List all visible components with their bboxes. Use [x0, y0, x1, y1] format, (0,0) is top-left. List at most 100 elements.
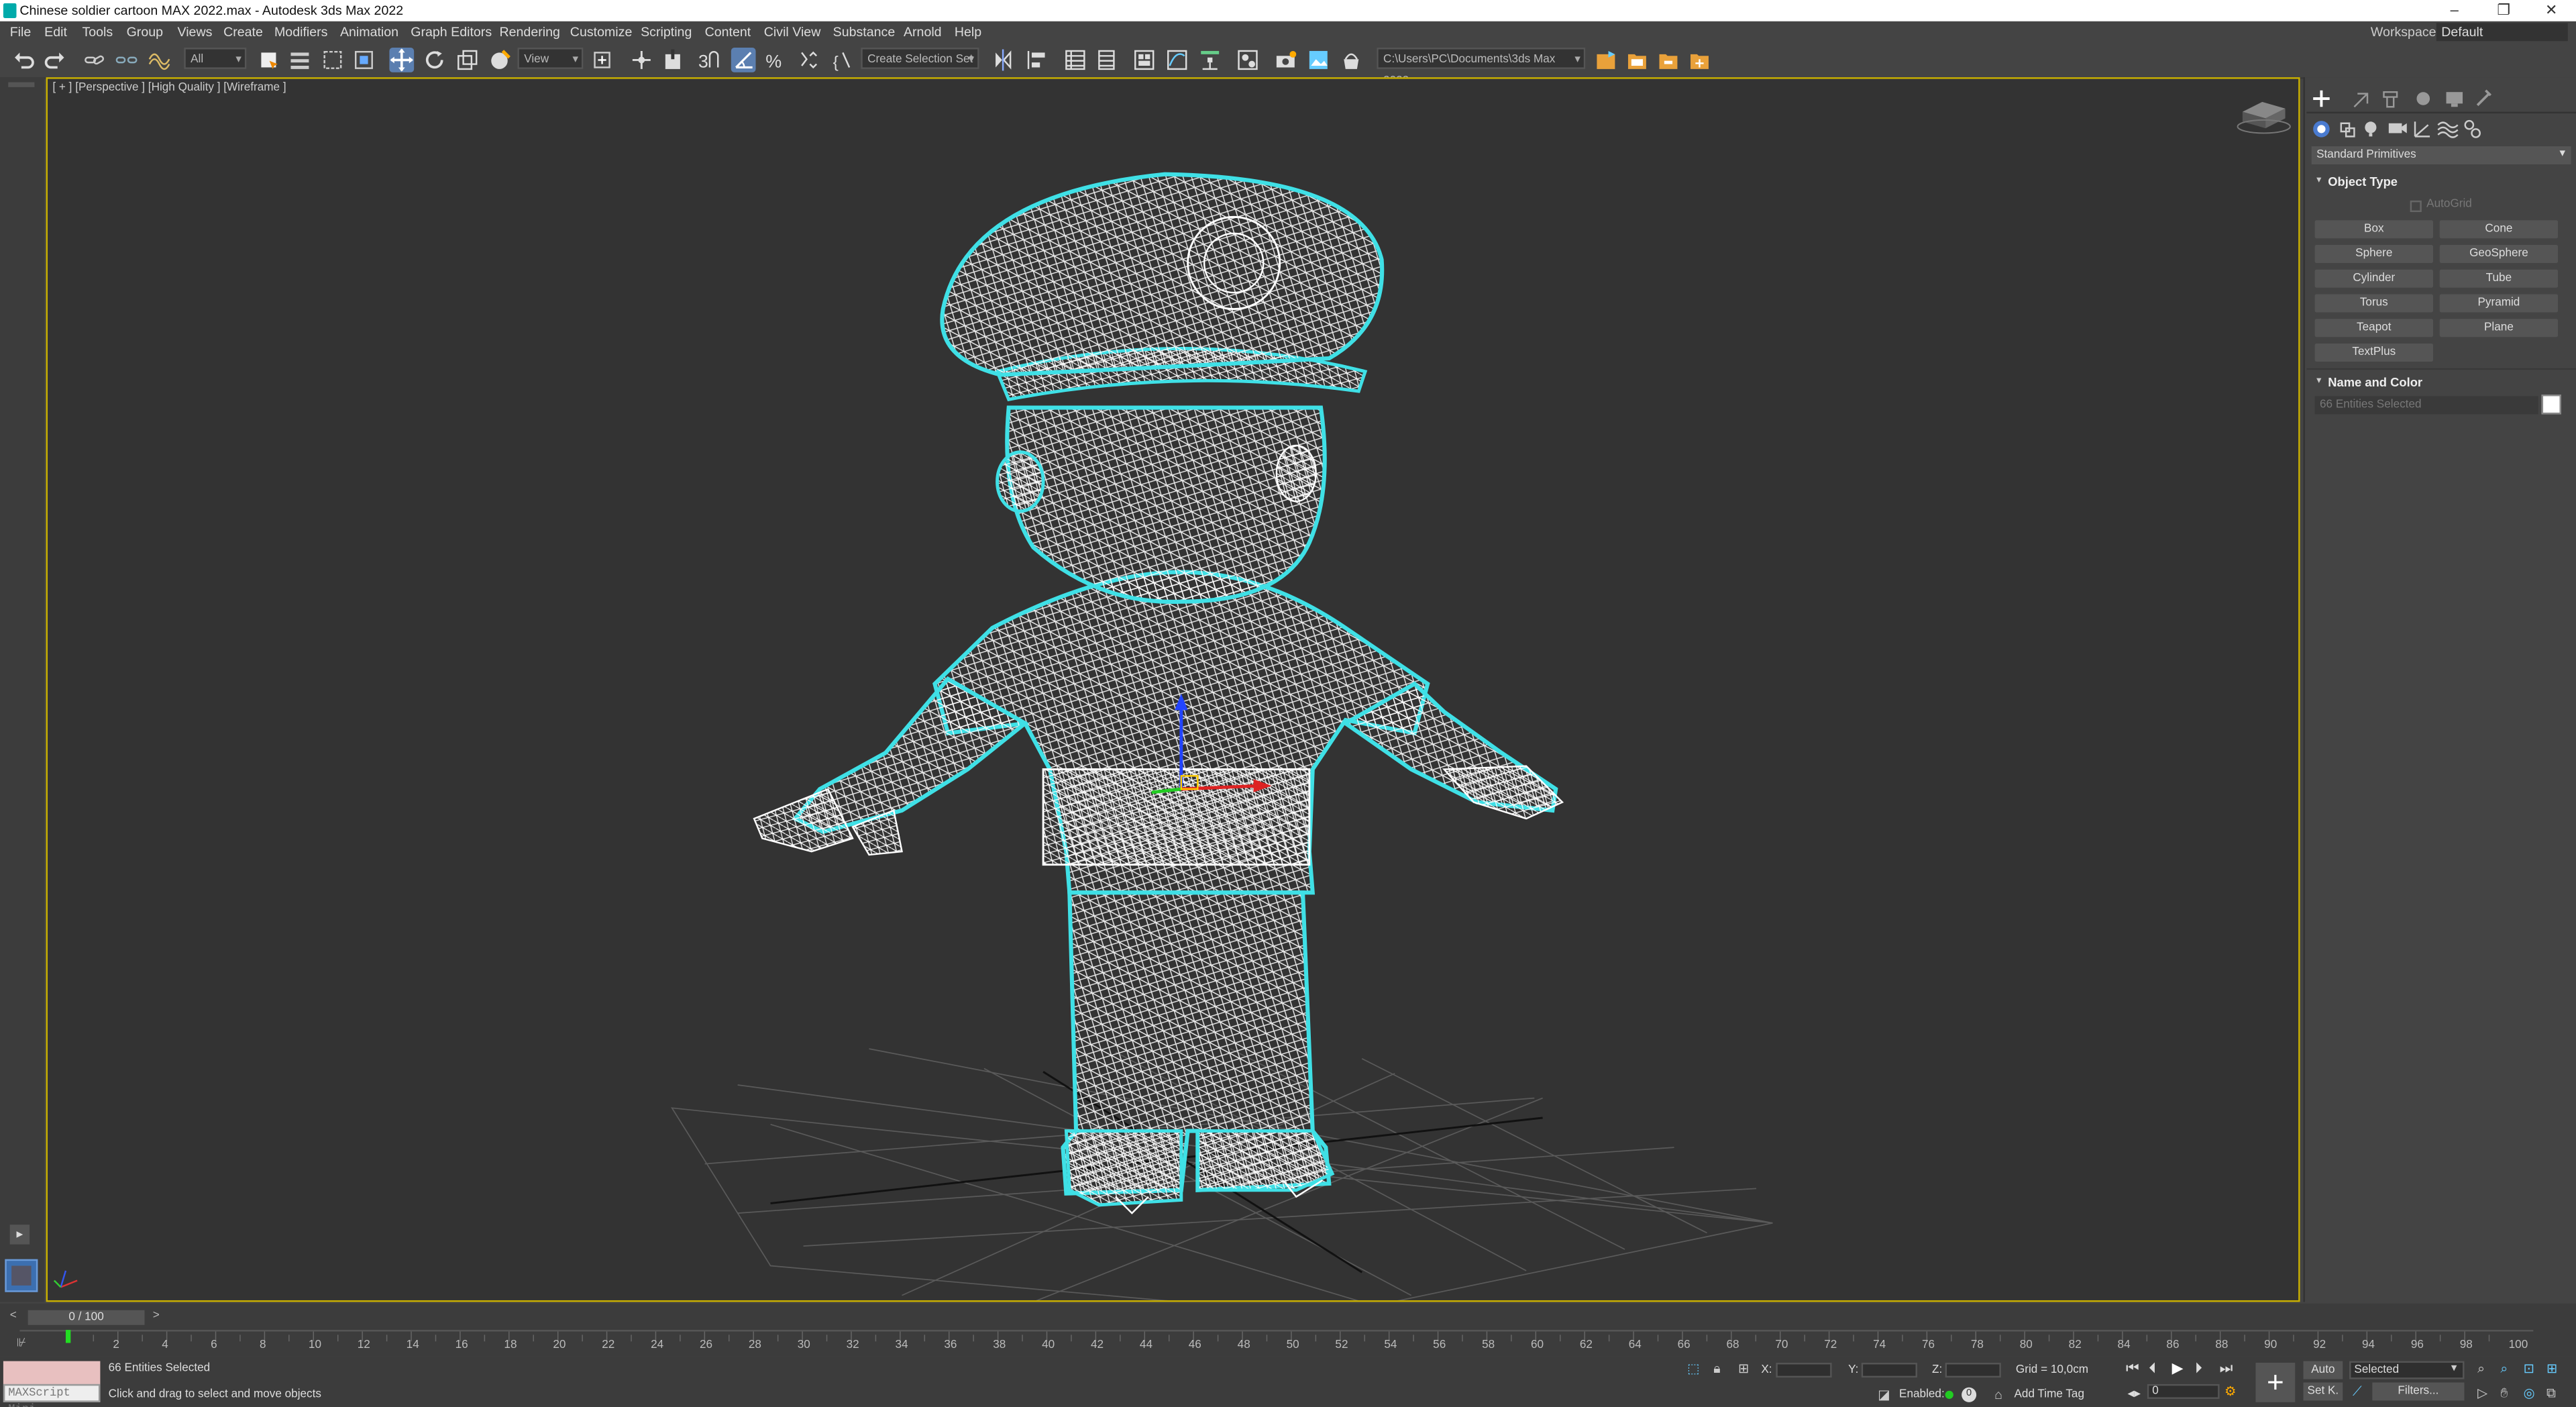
layer-explorer-icon[interactable] [1094, 48, 1119, 72]
angle-snap-icon[interactable] [731, 48, 756, 72]
toggle-ribbon-icon[interactable] [1132, 48, 1157, 72]
auto-key-button[interactable]: Auto [2303, 1361, 2343, 1379]
cone-button[interactable]: Cone [2439, 220, 2559, 239]
time-slider[interactable]: 0 / 100 [28, 1310, 145, 1325]
keyboard-shortcut-override-icon[interactable] [660, 48, 685, 72]
tube-button[interactable]: Tube [2439, 269, 2559, 288]
close-icon[interactable]: ✕ [2528, 0, 2575, 21]
scene-explorer-icon[interactable] [1063, 48, 1088, 72]
name-and-color-title[interactable]: Name and Color [2328, 375, 2422, 390]
zoom-all-icon[interactable]: ⌕ [2500, 1361, 2508, 1378]
key-tangent-icon[interactable]: ⟋ [2353, 1384, 2362, 1401]
add-time-tag-button[interactable]: Add Time Tag [2014, 1389, 2084, 1400]
zoom-extents-icon[interactable]: ⊡ [2524, 1361, 2534, 1376]
menu-modifiers[interactable]: Modifiers [274, 21, 327, 43]
menu-views[interactable]: Views [177, 21, 212, 43]
mirror-icon[interactable] [991, 48, 1016, 72]
field-of-view-icon[interactable]: ▷ [2477, 1386, 2487, 1400]
menu-scripting[interactable]: Scripting [641, 21, 692, 43]
autogrid-checkbox[interactable] [2410, 200, 2422, 213]
sphere-button[interactable]: Sphere [2314, 245, 2433, 263]
tab-bar-handle[interactable] [8, 82, 35, 87]
align-icon[interactable] [1025, 48, 1050, 72]
expand-arrow-icon[interactable]: ▸ [9, 1224, 30, 1245]
current-frame-field[interactable]: 0 [2147, 1384, 2220, 1399]
maxscript-mini-input[interactable]: MAXScript Mini [3, 1384, 101, 1407]
pan-view-icon[interactable]: ✋︎ [2500, 1386, 2508, 1402]
menu-customize[interactable]: Customize [570, 21, 633, 43]
project-folder-icon[interactable] [1625, 48, 1650, 72]
redo-icon[interactable] [43, 48, 68, 72]
next-key-icon[interactable]: ⏵ [2195, 1359, 2202, 1377]
select-and-place-icon[interactable] [488, 48, 513, 72]
prev-frame-icon[interactable]: < [10, 1310, 17, 1322]
menu-animation[interactable]: Animation [340, 21, 398, 43]
selection-set-dropdown[interactable]: Create Selection Set [861, 48, 979, 70]
time-config-icon[interactable]: ◂▸ [2127, 1386, 2141, 1400]
isolate-selection-icon[interactable]: ⬚ [1687, 1361, 1700, 1376]
project-settings-icon[interactable] [1687, 48, 1712, 72]
textplus-button[interactable]: TextPlus [2314, 344, 2433, 362]
go-to-start-icon[interactable]: ⏮ [2126, 1359, 2139, 1377]
project-folder-dropdown[interactable]: C:\Users\PC\Documents\3ds Max 2022 [1377, 48, 1586, 87]
z-coordinate-field[interactable] [1945, 1363, 2001, 1378]
select-manipulate-icon[interactable] [629, 48, 654, 72]
render-production-icon[interactable] [1339, 48, 1364, 72]
menu-rendering[interactable]: Rendering [499, 21, 559, 43]
material-editor-icon[interactable] [1236, 48, 1260, 72]
collapse-icon[interactable]: ▾ [2316, 174, 2321, 186]
edit-named-selection-icon[interactable]: { [831, 48, 856, 72]
key-mode-icon[interactable]: ⊮ [16, 1337, 26, 1349]
minimize-icon[interactable]: – [2432, 0, 2478, 21]
select-and-rotate-icon[interactable] [422, 48, 447, 72]
unlink-icon[interactable] [113, 48, 138, 72]
perspective-viewport[interactable]: [ + ] [Perspective ] [High Quality ] [Wi… [46, 77, 2300, 1302]
selection-filter-dropdown[interactable]: All [184, 48, 247, 70]
object-color-swatch[interactable] [2541, 395, 2561, 415]
menu-tools[interactable]: Tools [82, 21, 113, 43]
pivot-center-icon[interactable] [590, 48, 614, 72]
object-name-field[interactable]: 66 Entities Selected [2314, 396, 2538, 415]
previous-key-icon[interactable]: ⏴ [2149, 1359, 2156, 1377]
time-tag-icon[interactable]: 0 [1962, 1387, 1977, 1402]
link-icon[interactable] [82, 48, 107, 72]
set-key-button[interactable]: Set K. [2303, 1382, 2343, 1401]
menu-arnold[interactable]: Arnold [904, 21, 942, 43]
maximize-viewport-icon[interactable]: ⧉ [2546, 1386, 2556, 1402]
menu-content[interactable]: Content [705, 21, 751, 43]
menu-substance[interactable]: Substance [833, 21, 896, 43]
plane-button[interactable]: Plane [2439, 319, 2559, 337]
lock-icon[interactable]: 🔒︎ [1713, 1361, 1720, 1378]
spinner-snap-icon[interactable] [795, 48, 820, 72]
orbit-icon[interactable]: ◎ [2524, 1386, 2535, 1400]
pyramid-button[interactable]: Pyramid [2439, 294, 2559, 313]
select-and-scale-icon[interactable] [455, 48, 480, 72]
go-to-end-icon[interactable]: ⏭ [2220, 1359, 2233, 1377]
set-project-icon[interactable] [1656, 48, 1681, 72]
bind-space-warp-icon[interactable] [146, 48, 171, 72]
zoom-icon[interactable]: ⌕ [2477, 1361, 2485, 1378]
x-coordinate-field[interactable] [1776, 1363, 1832, 1378]
select-and-move-icon[interactable] [389, 48, 415, 72]
teapot-button[interactable]: Teapot [2314, 319, 2433, 337]
maxscript-listener-pane[interactable] [3, 1361, 101, 1384]
key-filters-button[interactable]: Filters... [2372, 1382, 2465, 1401]
primitive-category-dropdown[interactable]: Standard Primitives [2311, 146, 2571, 164]
geosphere-button[interactable]: GeoSphere [2439, 245, 2559, 263]
y-coordinate-field[interactable] [1861, 1363, 1917, 1378]
menu-create[interactable]: Create [223, 21, 263, 43]
schematic-view-icon[interactable] [1197, 48, 1222, 72]
window-crossing-icon[interactable] [352, 48, 376, 72]
time-configuration-icon[interactable]: ⚙ [2224, 1384, 2237, 1399]
menu-group[interactable]: Group [127, 21, 163, 43]
render-setup-icon[interactable] [1273, 48, 1298, 72]
rectangular-selection-icon[interactable] [321, 48, 345, 72]
viewport-layout-thumbnail[interactable] [5, 1259, 38, 1292]
menu-help[interactable]: Help [955, 21, 981, 43]
rendered-frame-window-icon[interactable] [1306, 48, 1331, 72]
reference-coordinate-dropdown[interactable]: View [517, 48, 584, 70]
set-key-icon[interactable]: + [2255, 1363, 2296, 1402]
curve-editor-icon[interactable] [1165, 48, 1189, 72]
workspaces-dropdown[interactable]: Default [2436, 23, 2568, 42]
collapse-icon[interactable]: ▾ [2316, 375, 2321, 386]
